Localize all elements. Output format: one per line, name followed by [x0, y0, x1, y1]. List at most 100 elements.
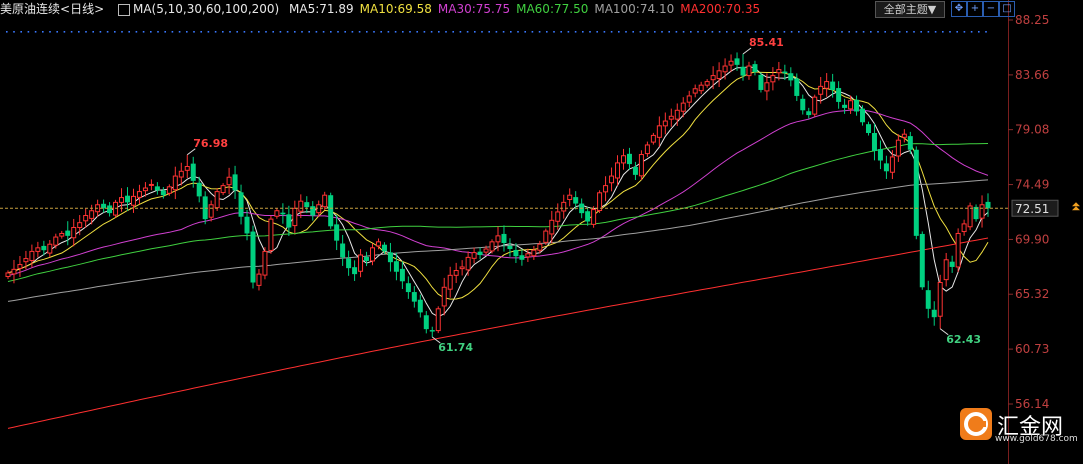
header-dot [898, 31, 901, 33]
candle-body [154, 186, 160, 191]
candle-body [901, 133, 907, 138]
header-dot [294, 31, 296, 33]
header-dot [351, 31, 354, 33]
candle-body [286, 214, 292, 228]
candle-body [41, 245, 47, 251]
candle-body [782, 71, 788, 74]
header-dot [582, 31, 584, 33]
header-dot [553, 31, 555, 33]
indicator-settings-icon[interactable] [117, 3, 130, 16]
candle-body [889, 156, 895, 173]
candle-body [160, 190, 166, 196]
theme-dropdown[interactable]: 全部主题▼ [875, 1, 945, 18]
header-dot [222, 31, 224, 33]
header-dot [42, 31, 44, 33]
candle-body [818, 85, 824, 95]
header-dot [675, 31, 678, 33]
candle-body [937, 281, 943, 317]
candle-body [244, 216, 250, 234]
candle-body [955, 232, 961, 268]
candle-body [47, 243, 53, 254]
candle-body [549, 219, 555, 235]
candle-body [591, 209, 597, 225]
candle-body [328, 195, 334, 227]
candle-body [716, 70, 722, 79]
candle-body [130, 195, 136, 206]
header-dot [85, 31, 87, 33]
header-dot [906, 31, 908, 33]
candle-body [836, 88, 842, 102]
candle-body [59, 232, 65, 237]
header-dot [625, 31, 627, 33]
candle-body [752, 64, 758, 73]
theme-dropdown-label: 全部主题▼ [883, 3, 937, 16]
header-dot [49, 31, 51, 33]
header-dot [56, 31, 58, 33]
candle-body [447, 274, 453, 290]
header-dot [603, 31, 606, 33]
header-dot [214, 31, 217, 33]
y-tick-label: 83.66 [1015, 68, 1049, 82]
header-dot [826, 31, 829, 33]
header-dot [884, 31, 886, 33]
header-dot [970, 31, 973, 33]
ma-line-ma60 [7, 143, 989, 282]
header-dot [978, 31, 980, 33]
header-dot [546, 31, 548, 33]
header-dot [344, 31, 346, 33]
header-dot [78, 31, 80, 33]
candle-body [710, 75, 716, 81]
candle-body [226, 176, 232, 186]
candle-body [423, 315, 429, 330]
zoom-out-icon[interactable]: − [983, 1, 999, 17]
header-dot [610, 31, 613, 33]
candle-body [979, 204, 985, 219]
period-label[interactable]: <日线> [60, 2, 104, 16]
candle-body [907, 136, 913, 150]
candle-body [650, 134, 656, 143]
header-dot [70, 31, 73, 33]
candle-body [567, 194, 573, 201]
header-dot [783, 31, 786, 33]
candle-body [794, 78, 800, 96]
candle-body [256, 273, 262, 286]
header-dot [517, 31, 519, 33]
candle-body [148, 183, 154, 186]
header-dot [668, 31, 670, 33]
header-dot [841, 31, 843, 33]
candle-body [848, 100, 854, 110]
header-dot [114, 31, 116, 33]
header-dot [265, 31, 267, 33]
header-dot [531, 31, 534, 33]
candle-body [644, 144, 650, 155]
candle-body [375, 241, 381, 247]
candle-body [387, 252, 393, 263]
y-tick-label: 69.90 [1015, 232, 1049, 246]
header-dot [985, 31, 987, 33]
candle-body [220, 185, 226, 194]
candle-body [531, 249, 537, 257]
candle-body [435, 308, 441, 332]
zoom-in-icon[interactable]: + [967, 1, 983, 17]
header-dot [934, 31, 937, 33]
header-dot [121, 31, 123, 33]
expand-icon[interactable]: ✥ [951, 1, 967, 17]
header-dot [186, 31, 188, 33]
candle-body [53, 236, 59, 246]
candle-body [758, 74, 764, 90]
restore-icon[interactable]: □ [999, 1, 1015, 17]
header-dot [481, 31, 483, 33]
candle-body [764, 82, 770, 92]
header-dot [438, 31, 440, 33]
candle-body [280, 212, 286, 215]
header-dot [236, 31, 238, 33]
header-dot [308, 31, 310, 33]
candlestick-chart[interactable]: 88.2583.6679.0874.4969.9065.3260.7356.14… [0, 0, 1083, 464]
header-dot [733, 31, 735, 33]
header-dot [920, 31, 922, 33]
ma-value-3: MA60:77.50 [516, 2, 589, 16]
header-dot [423, 31, 426, 33]
candle-body [483, 248, 489, 253]
price-annotation: 76.98 [193, 137, 228, 150]
candle-body [17, 264, 23, 269]
